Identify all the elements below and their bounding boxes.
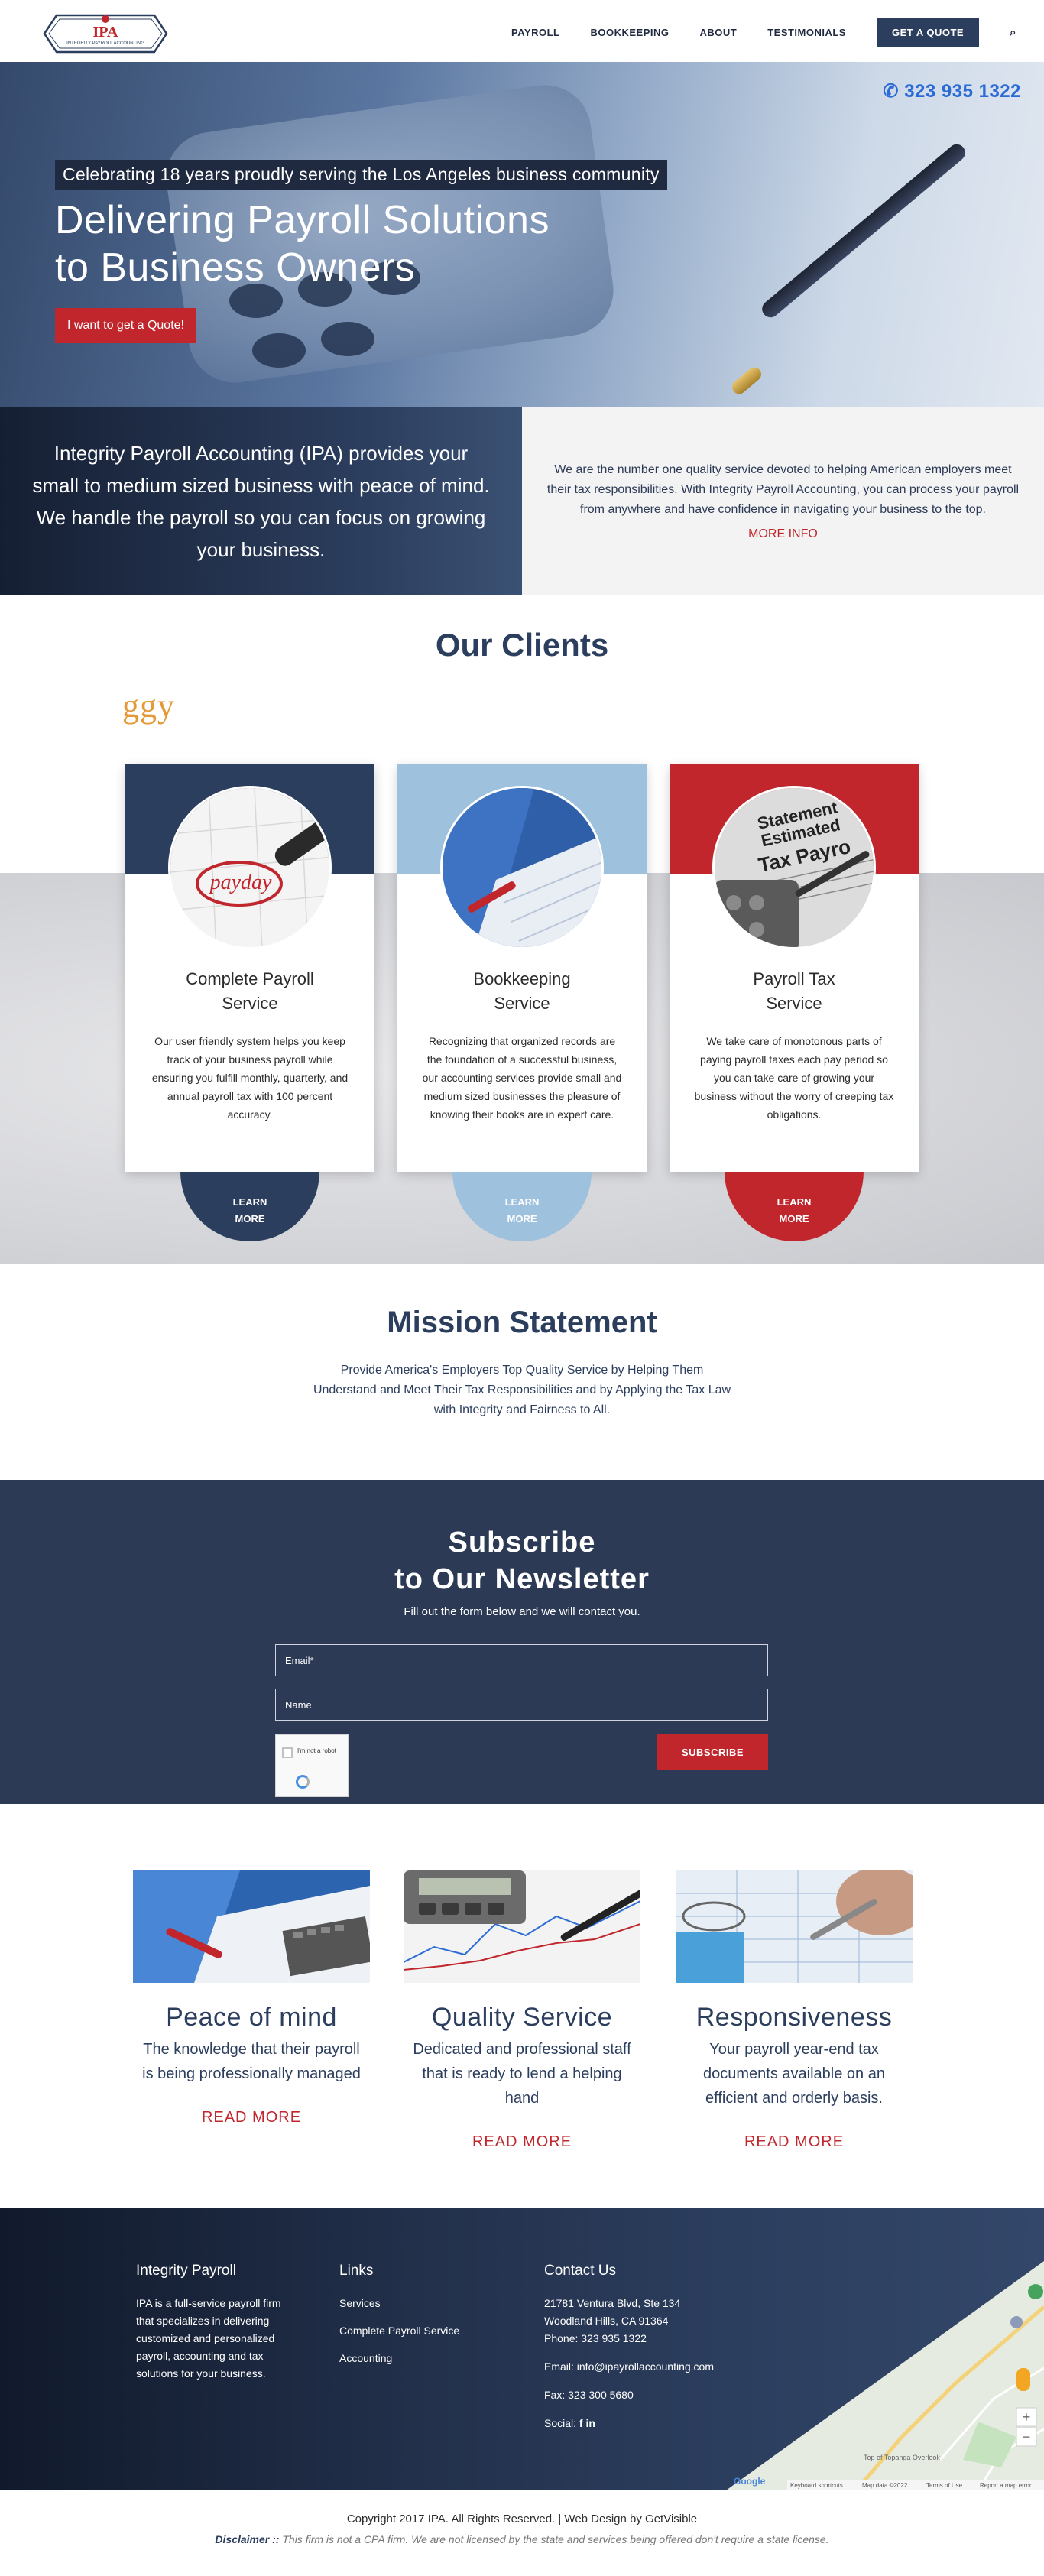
- newsletter-title: Subscribe to Our Newsletter: [394, 1526, 650, 1595]
- footer-email[interactable]: Email: info@ipayrollaccounting.com: [544, 2358, 773, 2376]
- footer-contact: Contact Us 21781 Ventura Blvd, Ste 134 W…: [544, 2263, 773, 2432]
- disclaimer: Disclaimer :: This firm is not a CPA fir…: [215, 2533, 829, 2545]
- name-field[interactable]: [275, 1689, 768, 1721]
- service-description: Recognizing that organized records are t…: [422, 1035, 622, 1121]
- footer-contact-title: Contact Us: [544, 2263, 616, 2279]
- site-footer: + − Top of Topanga Overlook Keyboard sho…: [0, 2208, 1044, 2490]
- svg-text:Report a map error: Report a map error: [980, 2482, 1032, 2489]
- feature-title: Quality Service: [431, 2003, 613, 2032]
- recaptcha-icon: [296, 1775, 310, 1789]
- svg-text:Top of Topanga Overlook: Top of Topanga Overlook: [864, 2454, 940, 2461]
- calculator-key: [321, 322, 374, 356]
- feature-quality-service: Quality Service Dedicated and profession…: [404, 1870, 640, 2151]
- service-title: Bookkeeping Service: [473, 969, 571, 1013]
- svg-text:Map data ©2022: Map data ©2022: [862, 2482, 908, 2489]
- subscribe-button[interactable]: SUBSCRIBE: [657, 1734, 768, 1770]
- service-card-payroll: payday Complete Payroll Service Our user …: [125, 764, 374, 1172]
- captcha-label: I'm not a robot: [297, 1747, 336, 1754]
- captcha-checkbox[interactable]: [282, 1747, 293, 1758]
- feature-text: The knowledge that their payroll is bein…: [142, 2041, 361, 2082]
- newsletter-section: Subscribe to Our Newsletter Fill out the …: [0, 1480, 1044, 1804]
- footer-about-text: IPA is a full-service payroll firm that …: [136, 2297, 281, 2380]
- client-logo: ggy: [122, 687, 175, 725]
- nav-payroll[interactable]: PAYROLL: [511, 27, 559, 38]
- footer-links: Links Services Complete Payroll Service …: [339, 2263, 507, 2367]
- nav-testimonials[interactable]: TESTIMONIALS: [767, 27, 846, 38]
- site-header: IPA INTEGRITY PAYROLL ACCOUNTING PAYROLL…: [0, 0, 1044, 62]
- feature-text: Dedicated and professional staff that is…: [413, 2041, 631, 2107]
- get-a-quote-button[interactable]: GET A QUOTE: [876, 18, 980, 47]
- footer-social: Social: f in: [544, 2417, 595, 2429]
- footer-link-services[interactable]: Services: [339, 2295, 507, 2312]
- pen-tip: [729, 364, 764, 397]
- feature-title: Responsiveness: [695, 2003, 893, 2032]
- footer-link-accounting[interactable]: Accounting: [339, 2350, 507, 2367]
- feature-text: Your payroll year-end tax documents avai…: [703, 2041, 885, 2107]
- service-title: Complete Payroll Service: [186, 969, 314, 1013]
- svg-text:Terms of Use: Terms of Use: [926, 2482, 963, 2489]
- phone-icon: ✆: [883, 81, 905, 102]
- linkedin-icon[interactable]: in: [585, 2417, 595, 2429]
- svg-text:Keyboard shortcuts: Keyboard shortcuts: [790, 2482, 843, 2489]
- feature-responsiveness: Responsiveness Your payroll year-end tax…: [676, 1870, 913, 2151]
- newsletter-subtitle: Fill out the form below and we will cont…: [404, 1605, 640, 1618]
- ipa-logo[interactable]: IPA INTEGRITY PAYROLL ACCOUNTING: [32, 12, 179, 55]
- business-documents-photo: [440, 786, 604, 949]
- footer-address-line1: 21781 Ventura Blvd, Ste 134: [544, 2297, 681, 2309]
- svg-text:Google: Google: [734, 2476, 766, 2487]
- hero-phone[interactable]: ✆ 323 935 1322: [883, 80, 1021, 102]
- service-card-payroll-tax: Statement Estimated Tax Payro Payroll Ta…: [670, 764, 919, 1172]
- service-card-bookkeeping: Bookkeeping Service Recognizing that orga…: [397, 764, 647, 1172]
- mission-title: Mission Statement: [387, 1306, 657, 1339]
- tax-form-photo: Statement Estimated Tax Payro: [712, 786, 876, 949]
- calculator-chart-photo: [404, 1870, 640, 1983]
- intro-right-panel: We are the number one quality service de…: [522, 407, 1044, 595]
- svg-text:INTEGRITY PAYROLL ACCOUNTING: INTEGRITY PAYROLL ACCOUNTING: [66, 41, 144, 46]
- main-nav: PAYROLL BOOKKEEPING ABOUT TESTIMONIALS G…: [511, 18, 1016, 47]
- hand-with-pen-photo: [676, 1870, 913, 1983]
- nav-bookkeeping[interactable]: BOOKKEEPING: [590, 27, 669, 38]
- copyright: Copyright 2017 IPA. All Rights Reserved.…: [346, 2513, 698, 2526]
- hero-tagline: Celebrating 18 years proudly serving the…: [55, 160, 667, 190]
- more-info-link[interactable]: MORE INFO: [748, 527, 818, 543]
- nav-about[interactable]: ABOUT: [699, 27, 737, 38]
- service-title: Payroll Tax Service: [753, 969, 835, 1013]
- feature-peace-of-mind: Peace of mind The knowledge that their p…: [133, 1870, 370, 2127]
- mission-text: Provide America's Employers Top Quality …: [313, 1364, 731, 1416]
- hero-banner: ✆ 323 935 1322 Celebrating 18 years prou…: [0, 62, 1044, 407]
- svg-text:IPA: IPA: [93, 24, 119, 41]
- clients-title: Our Clients: [435, 627, 609, 663]
- feature-title: Peace of mind: [166, 2003, 337, 2032]
- footer-address-line2: Woodland Hills, CA 91364: [544, 2315, 669, 2327]
- read-more-link[interactable]: READ MORE: [472, 2133, 572, 2151]
- svg-text:−: −: [1023, 2429, 1031, 2445]
- pen-image: [758, 141, 969, 321]
- intro-statement: Integrity Payroll Accounting (IPA) provi…: [32, 442, 490, 561]
- get-quote-cta-button[interactable]: I want to get a Quote!: [55, 308, 196, 343]
- footer-fax: Fax: 323 300 5680: [544, 2389, 634, 2401]
- intro-left-panel: Integrity Payroll Accounting (IPA) provi…: [0, 407, 522, 595]
- read-more-link[interactable]: READ MORE: [744, 2133, 844, 2151]
- svg-text:+: +: [1023, 2409, 1031, 2425]
- footer-phone: Phone: 323 935 1322: [544, 2332, 647, 2344]
- intro-description: We are the number one quality service de…: [546, 462, 1020, 516]
- email-field[interactable]: [275, 1644, 768, 1676]
- svg-text:payday: payday: [209, 871, 272, 894]
- service-description: We take care of monotonous parts of payi…: [694, 1035, 894, 1121]
- footer-about: Integrity Payroll IPA is a full-service …: [136, 2263, 293, 2383]
- footer-link-complete-payroll[interactable]: Complete Payroll Service: [339, 2322, 507, 2340]
- hero-headline: Delivering Payroll Solutions to Business…: [55, 198, 550, 290]
- footer-about-title: Integrity Payroll: [136, 2263, 236, 2279]
- search-icon[interactable]: ⌕: [1010, 26, 1016, 39]
- recaptcha-widget[interactable]: I'm not a robot: [275, 1734, 349, 1797]
- read-more-link[interactable]: READ MORE: [202, 2109, 301, 2127]
- footer-links-title: Links: [339, 2263, 374, 2279]
- calculator-key: [252, 333, 306, 368]
- businessman-photo: [133, 1870, 370, 1983]
- payday-calendar-photo: payday: [168, 786, 332, 949]
- service-description: Our user friendly system helps you keep …: [151, 1035, 349, 1121]
